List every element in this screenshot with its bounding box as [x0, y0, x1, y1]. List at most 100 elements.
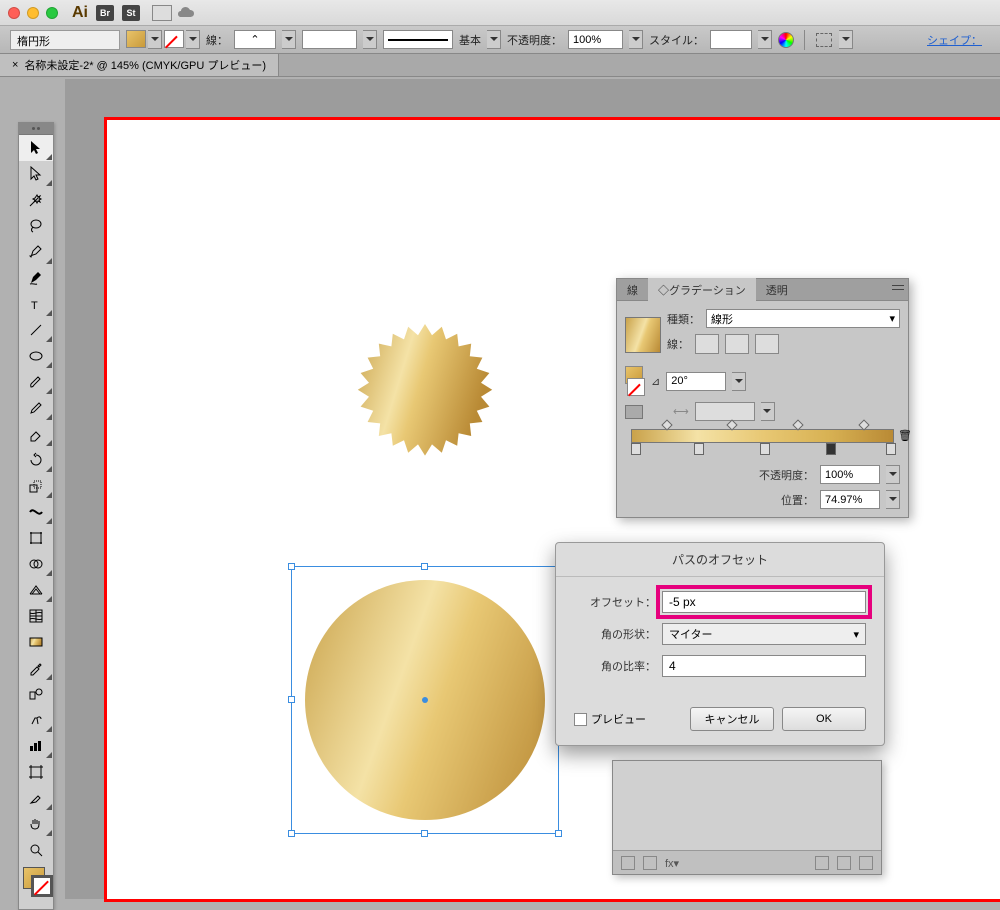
delete-icon[interactable] [859, 856, 873, 870]
magic-wand-tool[interactable] [19, 187, 53, 213]
add-effect-icon[interactable]: fx▾ [665, 857, 679, 870]
handle-se[interactable] [555, 830, 562, 837]
stop-opacity-dd[interactable] [886, 465, 900, 484]
transform-dd[interactable] [839, 30, 853, 49]
stroke-panel-tab[interactable]: 線 [617, 278, 648, 302]
handle-s[interactable] [421, 830, 428, 837]
fill-swatch[interactable] [126, 30, 146, 48]
selection-tool[interactable] [19, 135, 53, 161]
bridge-icon[interactable]: Br [96, 5, 114, 21]
slice-tool[interactable] [19, 785, 53, 811]
pen-tool[interactable] [19, 239, 53, 265]
grad-stroke-swatch[interactable] [627, 378, 645, 396]
stroke-width-dd[interactable] [363, 30, 377, 49]
gradient-type-select[interactable]: 線形▾ [706, 309, 900, 328]
stroke-dropdown[interactable] [186, 30, 200, 49]
stroke-weight-input[interactable]: ⌃ [234, 30, 276, 49]
stroke-weight-dd[interactable] [282, 30, 296, 49]
style-input[interactable] [710, 30, 752, 49]
offset-input[interactable] [662, 591, 866, 613]
mesh-tool[interactable] [19, 603, 53, 629]
fill-stroke-indicator[interactable] [19, 863, 53, 909]
direct-selection-tool[interactable] [19, 161, 53, 187]
curvature-tool[interactable] [19, 265, 53, 291]
eyedropper-tool[interactable] [19, 655, 53, 681]
stroke-swatch[interactable] [164, 30, 184, 48]
fill-dropdown[interactable] [148, 30, 162, 49]
style-dd[interactable] [758, 30, 772, 49]
stroke-grad-within[interactable] [695, 334, 719, 354]
angle-input[interactable]: 20° [666, 372, 726, 391]
transform-icon[interactable] [815, 32, 833, 48]
opacity-input[interactable]: 100% [568, 30, 623, 49]
handle-n[interactable] [421, 563, 428, 570]
lasso-tool[interactable] [19, 213, 53, 239]
reverse-gradient-icon[interactable] [625, 405, 643, 419]
miter-input[interactable] [662, 655, 866, 677]
stop-opacity-input[interactable]: 100% [820, 465, 880, 484]
new-fill-icon[interactable] [621, 856, 635, 870]
join-select[interactable]: マイター▾ [662, 623, 866, 645]
blend-tool[interactable] [19, 681, 53, 707]
perspective-grid-tool[interactable] [19, 577, 53, 603]
color-stop-5[interactable] [886, 443, 896, 455]
color-stop-3[interactable] [760, 443, 770, 455]
stop-location-dd[interactable] [886, 490, 900, 509]
stock-icon[interactable]: St [122, 5, 140, 21]
duplicate-icon[interactable] [837, 856, 851, 870]
gradient-preview[interactable] [625, 317, 661, 353]
angle-dd[interactable] [732, 372, 746, 391]
clear-icon[interactable] [815, 856, 829, 870]
eraser-tool[interactable] [19, 421, 53, 447]
handle-nw[interactable] [288, 563, 295, 570]
doc-tab[interactable]: × 名称未設定-2* @ 145% (CMYK/GPU プレビュー) [0, 54, 279, 76]
free-transform-tool[interactable] [19, 525, 53, 551]
color-stop-1[interactable] [631, 443, 641, 455]
ok-button[interactable]: OK [782, 707, 866, 731]
preview-checkbox[interactable]: プレビュー [574, 711, 646, 727]
symbol-sprayer-tool[interactable] [19, 707, 53, 733]
paintbrush-tool[interactable] [19, 369, 53, 395]
rotate-tool[interactable] [19, 447, 53, 473]
delete-stop-icon[interactable]: 🗑 [898, 429, 912, 442]
shape-builder-tool[interactable] [19, 551, 53, 577]
panel-menu-icon[interactable] [892, 283, 904, 293]
column-graph-tool[interactable] [19, 733, 53, 759]
artboard-tool[interactable] [19, 759, 53, 785]
stroke-grad-along[interactable] [725, 334, 749, 354]
appearance-body[interactable] [613, 761, 881, 851]
gradient-panel-tab[interactable]: ◇グラデーション [648, 278, 756, 302]
handle-sw[interactable] [288, 830, 295, 837]
cloud-icon[interactable] [178, 5, 198, 21]
zoom-window[interactable] [46, 7, 58, 19]
handle-w[interactable] [288, 696, 295, 703]
new-stroke-icon[interactable] [643, 856, 657, 870]
stroke-grad-across[interactable] [755, 334, 779, 354]
profile-dd[interactable] [487, 30, 501, 49]
type-tool[interactable]: T [19, 291, 53, 317]
pencil-tool[interactable] [19, 395, 53, 421]
opacity-dd[interactable] [629, 30, 643, 49]
color-stop-2[interactable] [694, 443, 704, 455]
stroke-profile[interactable] [383, 30, 453, 49]
transparency-panel-tab[interactable]: 透明 [756, 278, 798, 302]
cancel-button[interactable]: キャンセル [690, 707, 774, 731]
gradient-tool[interactable] [19, 629, 53, 655]
shape-link[interactable]: シェイプ： [927, 32, 982, 48]
close-window[interactable] [8, 7, 20, 19]
stroke-indicator[interactable] [31, 875, 53, 897]
ellipse-tool[interactable] [19, 343, 53, 369]
scale-tool[interactable] [19, 473, 53, 499]
gradient-slider[interactable]: 🗑 [631, 429, 894, 459]
zoom-tool[interactable] [19, 837, 53, 863]
starburst-shape[interactable] [285, 310, 565, 590]
recolor-icon[interactable] [778, 32, 794, 48]
toolbox-grip[interactable] [19, 123, 53, 135]
width-tool[interactable] [19, 499, 53, 525]
minimize-window[interactable] [27, 7, 39, 19]
arrange-icon[interactable] [152, 5, 172, 21]
line-tool[interactable] [19, 317, 53, 343]
stop-location-input[interactable]: 74.97% [820, 490, 880, 509]
close-tab[interactable]: × [12, 59, 18, 71]
hand-tool[interactable] [19, 811, 53, 837]
